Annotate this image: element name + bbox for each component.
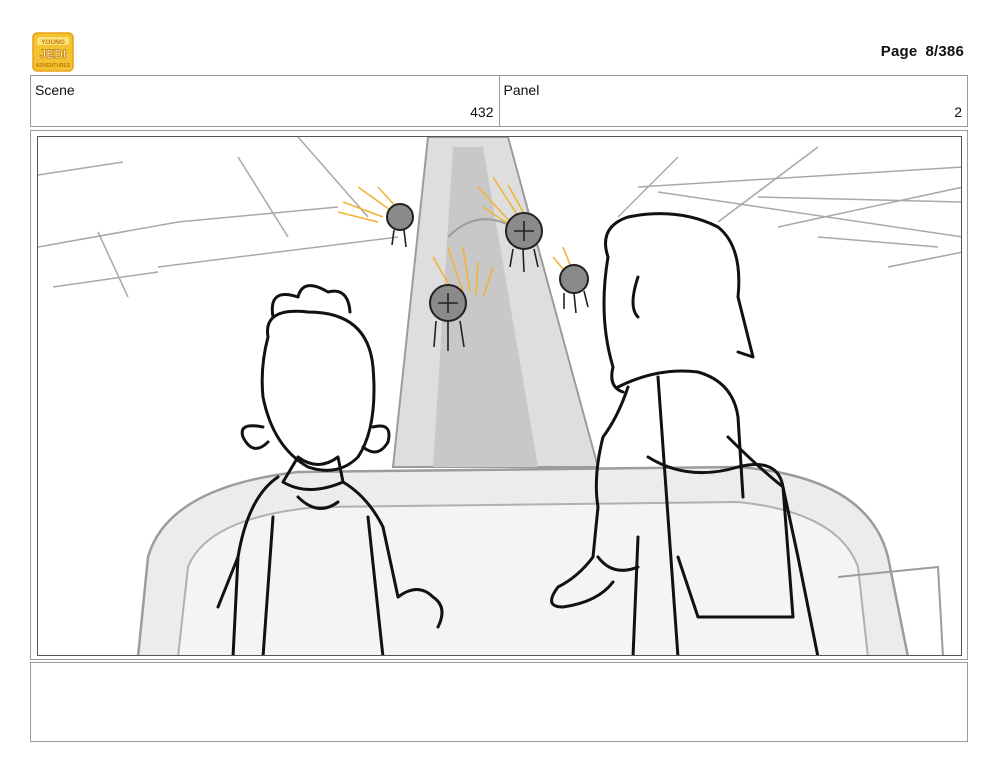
- scene-label: Scene: [35, 82, 75, 98]
- page-number: Page 8/386: [881, 43, 964, 60]
- storyboard-sketch: [37, 136, 962, 656]
- panel-cell: Panel 2: [498, 76, 968, 126]
- svg-text:YOUNG: YOUNG: [41, 39, 65, 46]
- info-row: Scene 432 Panel 2: [30, 75, 968, 127]
- scene-cell: Scene 432: [31, 76, 499, 126]
- page-value: 8/386: [925, 43, 964, 60]
- panel-label: Panel: [503, 82, 540, 98]
- svg-text:ADVENTURES: ADVENTURES: [36, 63, 71, 69]
- page-label: Page: [880, 43, 918, 60]
- panel-number: 2: [954, 104, 962, 120]
- notes-box: [30, 662, 968, 742]
- svg-text:JEDI: JEDI: [40, 47, 67, 61]
- show-logo: YOUNG JEDI ADVENTURES: [32, 32, 74, 72]
- scene-number: 432: [470, 104, 494, 120]
- sketch-drawing: [38, 137, 961, 655]
